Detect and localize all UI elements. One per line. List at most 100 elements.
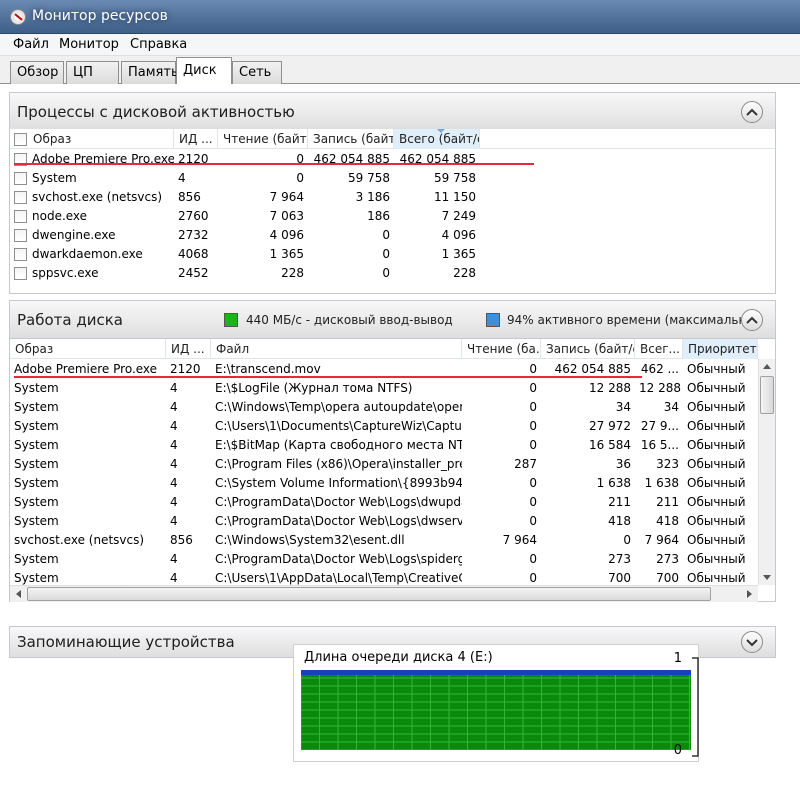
chevron-up-icon <box>746 108 758 116</box>
process-checkbox[interactable] <box>14 172 27 185</box>
process-checkbox[interactable] <box>14 229 27 242</box>
tab-network[interactable]: Сеть <box>232 61 282 84</box>
col-priority[interactable]: Приоритет... <box>683 339 758 359</box>
table-cell: 7 063 <box>269 209 304 223</box>
table-cell: 228 <box>453 266 476 280</box>
table-cell: 27 972 <box>589 419 631 433</box>
table-cell: 7 249 <box>441 209 476 223</box>
collapse-processes-button[interactable] <box>741 101 763 123</box>
table-row[interactable]: System 4 C:\System Volume Information\{899… <box>10 474 758 493</box>
table-cell: 59 758 <box>434 171 476 185</box>
col-pid[interactable]: ИД ... <box>166 339 211 359</box>
table-cell: 0 <box>529 514 537 528</box>
table-cell: System <box>14 552 59 566</box>
table-row[interactable]: System 4 C:\Program Files (x86)\Opera\inst… <box>10 455 758 474</box>
col-total[interactable]: Всего (байт/с) <box>394 129 480 149</box>
chart-min-label: 0 <box>673 743 682 758</box>
menu-file[interactable]: Файл <box>13 37 49 52</box>
disk-activity-panel: Работа диска 440 МБ/с - дисковый ввод-вы… <box>9 300 776 602</box>
processes-panel: Процессы с дисковой активностью Образ ИД… <box>9 92 776 294</box>
table-cell: C:\Windows\Temp\opera autoupdate\oper... <box>215 400 462 414</box>
processes-panel-header[interactable]: Процессы с дисковой активностью <box>10 93 775 131</box>
process-checkbox[interactable] <box>14 248 27 261</box>
table-row[interactable]: node.exe 2760 7 063 186 7 249 <box>10 207 775 226</box>
col-total[interactable]: Всег... <box>635 339 683 359</box>
process-checkbox[interactable] <box>14 191 27 204</box>
col-read[interactable]: Чтение (байт... <box>218 129 308 149</box>
table-cell: 462 ... <box>640 362 679 376</box>
col-pid[interactable]: ИД ... <box>174 129 218 149</box>
processes-panel-title: Процессы с дисковой активностью <box>17 103 295 121</box>
chart-max-label: 1 <box>673 651 682 666</box>
tab-cpu[interactable]: ЦП <box>66 61 119 84</box>
disk-vertical-scrollbar[interactable] <box>758 359 775 585</box>
table-cell: 4 <box>170 419 178 433</box>
tab-overview[interactable]: Обзор <box>10 61 64 84</box>
table-cell: C:\Users\1\Documents\CaptureWiz\Capture.… <box>215 419 462 433</box>
menu-help[interactable]: Справка <box>130 37 187 52</box>
table-row[interactable]: System 4 C:\Users\1\Documents\CaptureWiz\C… <box>10 417 758 436</box>
menu-monitor[interactable]: Монитор <box>59 37 119 52</box>
col-read[interactable]: Чтение (ба... <box>462 339 541 359</box>
table-row[interactable]: Adobe Premiere Pro.exe 2120 0 462 054 885 46… <box>10 150 775 169</box>
process-checkbox[interactable] <box>14 210 27 223</box>
table-cell: 287 <box>514 457 537 471</box>
col-image[interactable]: Образ <box>10 339 166 359</box>
table-cell: 273 <box>608 552 631 566</box>
table-cell: 2120 <box>178 152 209 166</box>
table-cell: svchost.exe (netsvcs) <box>32 190 163 204</box>
select-all-processes-checkbox[interactable] <box>14 133 27 146</box>
table-cell: 34 <box>663 400 679 414</box>
table-row[interactable]: System 4 C:\ProgramData\Doctor Web\Logs\dw… <box>10 512 758 531</box>
table-cell: E:\$LogFile (Журнал тома NTFS) <box>215 381 413 395</box>
table-cell: Обычный <box>687 514 746 528</box>
col-write[interactable]: Запись (байт... <box>308 129 394 149</box>
disk-horizontal-thumb[interactable] <box>27 587 711 601</box>
table-cell: 2732 <box>178 228 209 242</box>
table-row[interactable]: System 4 E:\$BitMap (Карта свободного мест… <box>10 436 758 455</box>
table-cell: 7 964 <box>644 533 679 547</box>
table-row[interactable]: dwarkdaemon.exe 4068 1 365 0 1 365 <box>10 245 775 264</box>
red-underline-annotation <box>14 163 534 165</box>
disk-activity-header[interactable]: Работа диска 440 МБ/с - дисковый ввод-вы… <box>10 301 775 339</box>
col-image[interactable]: Образ <box>28 129 174 149</box>
tab-disk[interactable]: Диск <box>176 57 232 85</box>
process-checkbox[interactable] <box>14 267 27 280</box>
col-write[interactable]: Запись (байт/с) <box>541 339 635 359</box>
disk-horizontal-scrollbar[interactable] <box>10 585 758 602</box>
table-cell: Обычный <box>687 419 746 433</box>
table-cell: 16 584 <box>589 438 631 452</box>
table-row[interactable]: System 4 C:\ProgramData\Doctor Web\Logs\dw… <box>10 493 758 512</box>
table-row[interactable]: System 4 C:\ProgramData\Doctor Web\Logs\sp… <box>10 550 758 569</box>
table-row[interactable]: svchost.exe (netsvcs) 856 7 964 3 186 11 150 <box>10 188 775 207</box>
red-underline-annotation <box>14 376 642 378</box>
collapse-disk-activity-button[interactable] <box>741 309 763 331</box>
table-cell: 0 <box>529 381 537 395</box>
table-row[interactable]: dwengine.exe 2732 4 096 0 4 096 <box>10 226 775 245</box>
table-cell: C:\ProgramData\Doctor Web\Logs\spiderg..… <box>215 552 462 566</box>
table-cell: sppsvc.exe <box>32 266 99 280</box>
table-cell: Adobe Premiere Pro.exe <box>32 152 174 166</box>
table-cell: 0 <box>296 152 304 166</box>
col-file[interactable]: Файл <box>211 339 462 359</box>
table-cell: 4 <box>170 552 178 566</box>
table-row[interactable]: sppsvc.exe 2452 228 0 228 <box>10 264 775 283</box>
disk-vertical-thumb[interactable] <box>760 376 774 414</box>
table-row[interactable]: System 4 E:\$LogFile (Журнал тома NTFS) 0 12… <box>10 379 758 398</box>
table-cell: 418 <box>608 514 631 528</box>
table-cell: 856 <box>170 533 193 547</box>
table-cell: 27 9... <box>640 419 679 433</box>
table-cell: 0 <box>529 552 537 566</box>
table-cell: System <box>14 438 59 452</box>
table-cell: 4 <box>178 171 186 185</box>
tab-memory[interactable]: Память <box>121 61 179 84</box>
table-row[interactable]: svchost.exe (netsvcs) 856 C:\Windows\Syste… <box>10 531 758 550</box>
table-cell: 7 964 <box>269 190 304 204</box>
table-row[interactable]: System 4 C:\Windows\Temp\opera autoupdate\… <box>10 398 758 417</box>
expand-storage-button[interactable] <box>741 631 763 653</box>
table-row[interactable]: System 4 0 59 758 59 758 <box>10 169 775 188</box>
table-cell: Обычный <box>687 476 746 490</box>
table-cell: 211 <box>656 495 679 509</box>
table-cell: Обычный <box>687 438 746 452</box>
table-cell: System <box>14 476 59 490</box>
